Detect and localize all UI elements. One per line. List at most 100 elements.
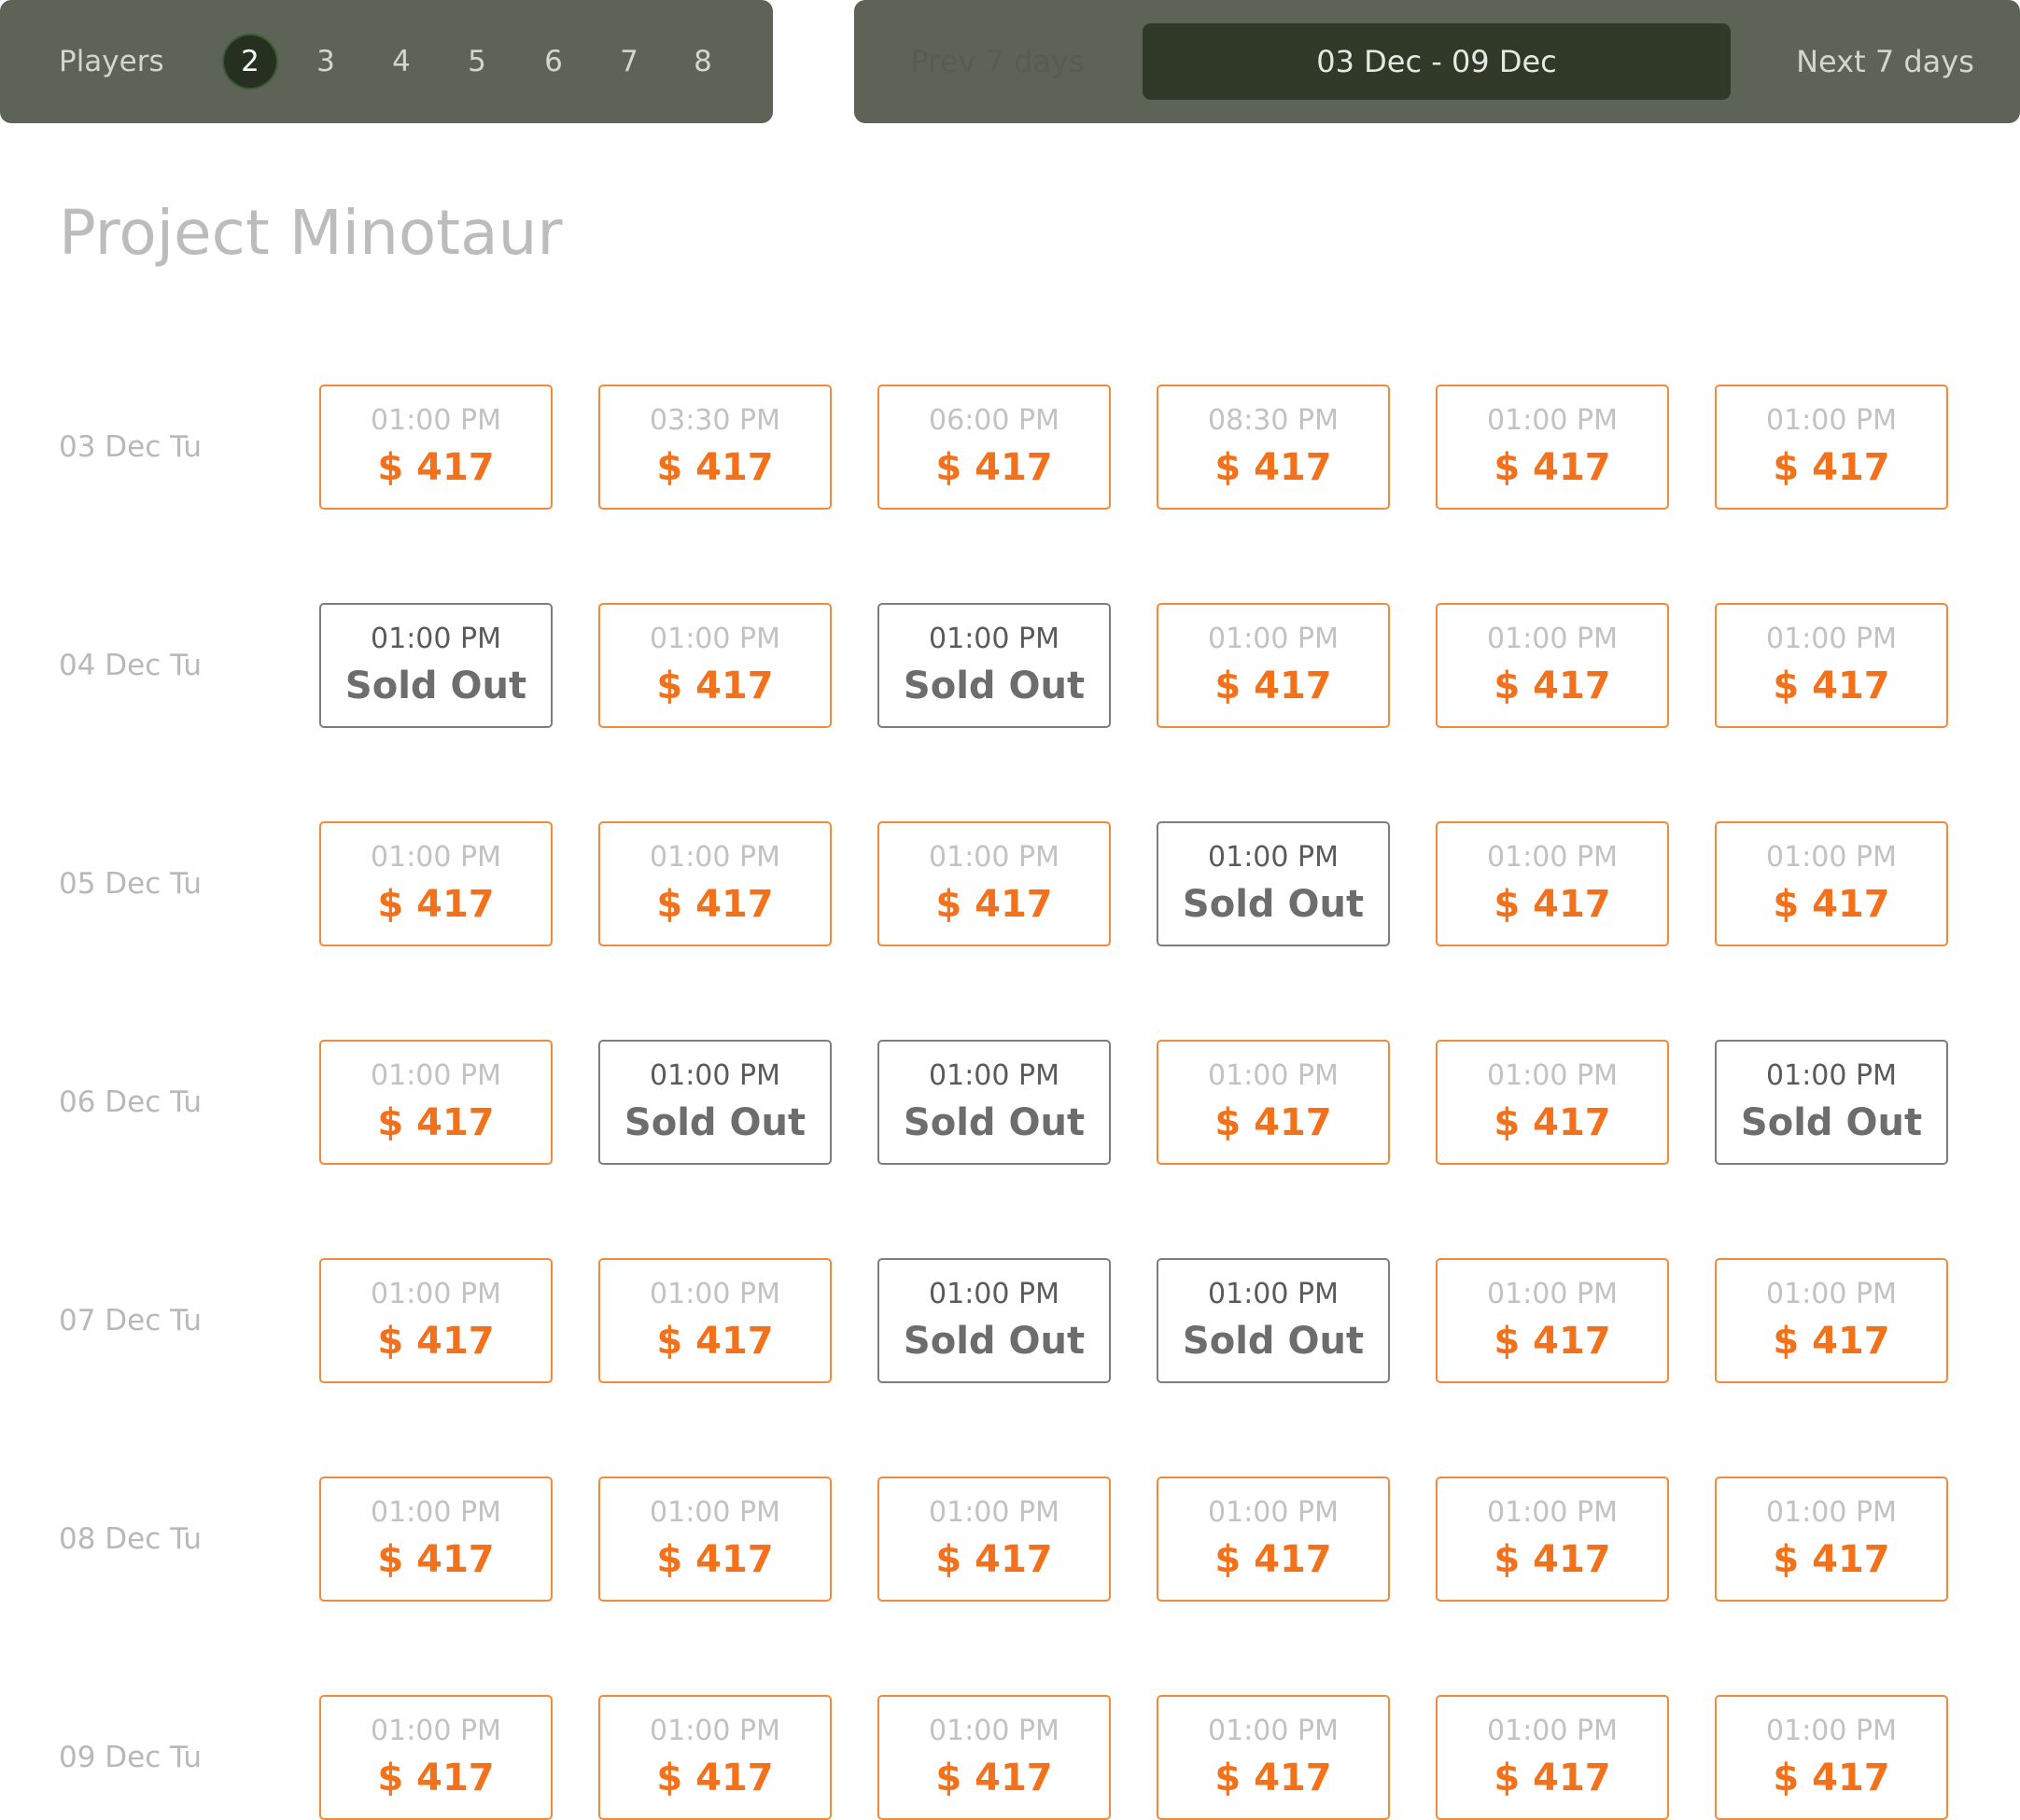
prev-7-days-button[interactable]: Prev 7 days: [854, 0, 1141, 123]
date-range-display: 03 Dec - 09 Dec: [1143, 23, 1731, 100]
time-slot-button[interactable]: 08:30 PM $ 417: [1157, 385, 1390, 510]
time-slot-button[interactable]: 03:30 PM $ 417: [598, 385, 832, 510]
time-slot-button[interactable]: 01:00 PM $ 417: [319, 385, 553, 510]
time-slot-sold-out: 01:00 PM Sold Out: [877, 603, 1111, 728]
time-slot-button[interactable]: 01:00 PM $ 417: [319, 1258, 553, 1383]
slot-price: $ 417: [935, 446, 1053, 489]
time-slot-sold-out: 01:00 PM Sold Out: [1715, 1040, 1948, 1165]
players-selector: Players 2 3 4 5 6 7 8: [0, 0, 773, 123]
slot-price: $ 417: [377, 1757, 495, 1799]
slot-price: $ 417: [1494, 665, 1611, 707]
slot-price: $ 417: [1214, 665, 1332, 707]
sold-out-label: Sold Out: [1182, 883, 1365, 926]
time-slot-button[interactable]: 01:00 PM $ 417: [598, 1695, 832, 1820]
slot-price: $ 417: [377, 446, 495, 489]
slot-price: $ 417: [1494, 1538, 1611, 1581]
slot-time: 01:00 PM: [371, 1278, 501, 1310]
time-slot-sold-out: 01:00 PM Sold Out: [319, 603, 553, 728]
slot-time: 01:00 PM: [1487, 1278, 1618, 1310]
slot-time: 01:00 PM: [1766, 1496, 1897, 1529]
time-slot-button[interactable]: 01:00 PM $ 417: [319, 1695, 553, 1820]
slot-price: $ 417: [1494, 1757, 1611, 1799]
slot-price: $ 417: [1773, 446, 1890, 489]
player-option-8[interactable]: 8: [677, 35, 729, 88]
time-slot-button[interactable]: 06:00 PM $ 417: [877, 385, 1111, 510]
player-option-5[interactable]: 5: [451, 35, 503, 88]
slot-price: $ 417: [377, 1101, 495, 1144]
slot-time: 01:00 PM: [371, 1715, 501, 1747]
day-label: 04 Dec Tu: [59, 649, 203, 682]
slot-price: $ 417: [1773, 1538, 1890, 1581]
slot-time: 01:00 PM: [1208, 1059, 1339, 1092]
time-slot-button[interactable]: 01:00 PM $ 417: [1157, 1695, 1390, 1820]
slot-price: $ 417: [1773, 665, 1890, 707]
day-row: 04 Dec Tu 01:00 PM Sold Out 01:00 PM $ 417 01…: [0, 603, 2020, 728]
slot-price: $ 417: [656, 1757, 774, 1799]
slot-time: 01:00 PM: [371, 404, 501, 437]
slot-time: 01:00 PM: [650, 1496, 780, 1529]
slot-time: 01:00 PM: [929, 623, 1059, 655]
time-slot-button[interactable]: 01:00 PM $ 417: [1436, 1695, 1669, 1820]
day-row: 06 Dec Tu 01:00 PM $ 417 01:00 PM Sold Out 01…: [0, 1040, 2020, 1165]
time-slot-button[interactable]: 01:00 PM $ 417: [319, 1040, 553, 1165]
time-slot-button[interactable]: 01:00 PM $ 417: [1436, 385, 1669, 510]
slot-time: 01:00 PM: [929, 1059, 1059, 1092]
slot-price: $ 417: [656, 1538, 774, 1581]
slot-price: $ 417: [1214, 1538, 1332, 1581]
time-slot-button[interactable]: 01:00 PM $ 417: [877, 1695, 1111, 1820]
slot-time: 01:00 PM: [1487, 1496, 1618, 1529]
time-slot-button[interactable]: 01:00 PM $ 417: [598, 821, 832, 946]
time-slot-sold-out: 01:00 PM Sold Out: [877, 1258, 1111, 1383]
slot-time: 01:00 PM: [1487, 841, 1618, 874]
time-slot-button[interactable]: 01:00 PM $ 417: [1715, 1258, 1948, 1383]
time-slot-button[interactable]: 01:00 PM $ 417: [1436, 1258, 1669, 1383]
slot-time: 01:00 PM: [929, 1496, 1059, 1529]
time-slot-button[interactable]: 01:00 PM $ 417: [598, 1477, 832, 1602]
time-slot-button[interactable]: 01:00 PM $ 417: [1715, 1477, 1948, 1602]
player-option-2[interactable]: 2: [224, 35, 276, 88]
time-slot-button[interactable]: 01:00 PM $ 417: [319, 821, 553, 946]
slot-time: 01:00 PM: [1208, 1496, 1339, 1529]
slot-time: 01:00 PM: [371, 623, 501, 655]
player-option-4[interactable]: 4: [375, 35, 428, 88]
slot-time: 01:00 PM: [650, 1278, 780, 1310]
slot-time: 01:00 PM: [650, 841, 780, 874]
slot-time: 01:00 PM: [1766, 1278, 1897, 1310]
time-slot-button[interactable]: 01:00 PM $ 417: [1715, 821, 1948, 946]
page-title: Project Minotaur: [59, 197, 563, 269]
player-option-6[interactable]: 6: [527, 35, 580, 88]
slot-price: $ 417: [656, 665, 774, 707]
slot-time: 01:00 PM: [1208, 1715, 1339, 1747]
time-slot-button[interactable]: 01:00 PM $ 417: [1436, 1477, 1669, 1602]
slot-time: 01:00 PM: [371, 841, 501, 874]
slot-time: 01:00 PM: [1487, 1059, 1618, 1092]
time-slot-button[interactable]: 01:00 PM $ 417: [1436, 603, 1669, 728]
slot-time: 01:00 PM: [1766, 1715, 1897, 1747]
time-slot-button[interactable]: 01:00 PM $ 417: [1715, 603, 1948, 728]
slot-time: 01:00 PM: [1766, 404, 1897, 437]
sold-out-label: Sold Out: [903, 1101, 1086, 1144]
slot-time: 01:00 PM: [650, 1059, 780, 1092]
time-slot-button[interactable]: 01:00 PM $ 417: [1157, 1040, 1390, 1165]
time-slot-button[interactable]: 01:00 PM $ 417: [1715, 385, 1948, 510]
sold-out-label: Sold Out: [1740, 1101, 1923, 1144]
time-slot-button[interactable]: 01:00 PM $ 417: [877, 821, 1111, 946]
time-slot-button[interactable]: 01:00 PM $ 417: [319, 1477, 553, 1602]
time-slot-sold-out: 01:00 PM Sold Out: [1157, 1258, 1390, 1383]
slot-time: 01:00 PM: [929, 841, 1059, 874]
time-slot-button[interactable]: 01:00 PM $ 417: [1157, 1477, 1390, 1602]
time-slot-button[interactable]: 01:00 PM $ 417: [1715, 1695, 1948, 1820]
time-slot-button[interactable]: 01:00 PM $ 417: [1157, 603, 1390, 728]
time-slot-sold-out: 01:00 PM Sold Out: [598, 1040, 832, 1165]
day-row: 03 Dec Tu 01:00 PM $ 417 03:30 PM $ 417 06:00…: [0, 385, 2020, 510]
time-slot-button[interactable]: 01:00 PM $ 417: [1436, 821, 1669, 946]
slot-time: 01:00 PM: [650, 1715, 780, 1747]
slot-price: $ 417: [1773, 883, 1890, 926]
time-slot-button[interactable]: 01:00 PM $ 417: [598, 1258, 832, 1383]
time-slot-button[interactable]: 01:00 PM $ 417: [877, 1477, 1111, 1602]
player-option-3[interactable]: 3: [300, 35, 352, 88]
time-slot-button[interactable]: 01:00 PM $ 417: [1436, 1040, 1669, 1165]
player-option-7[interactable]: 7: [603, 35, 655, 88]
time-slot-button[interactable]: 01:00 PM $ 417: [598, 603, 832, 728]
next-7-days-button[interactable]: Next 7 days: [1750, 0, 2020, 123]
